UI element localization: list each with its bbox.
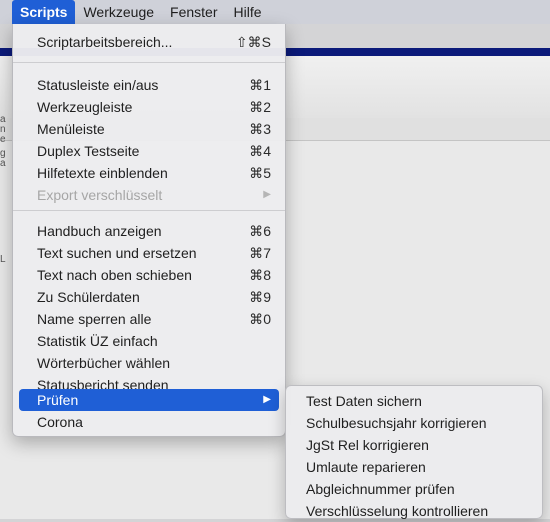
menu-item-werkzeugleiste[interactable]: Werkzeugleiste ⌘2 bbox=[19, 96, 279, 118]
pruefen-submenu: Test Daten sichern Schulbesuchsjahr korr… bbox=[285, 385, 543, 519]
menu-separator bbox=[13, 62, 285, 63]
menu-item-statusleiste[interactable]: Statusleiste ein/aus ⌘1 bbox=[19, 74, 279, 96]
menu-scripts[interactable]: Scripts bbox=[12, 0, 76, 24]
menu-item-name-sperren[interactable]: Name sperren alle ⌘0 bbox=[19, 308, 279, 330]
shortcut-label: ⌘6 bbox=[249, 223, 271, 239]
submenu-item-test-daten-sichern[interactable]: Test Daten sichern bbox=[306, 390, 422, 412]
submenu-item-schulbesuchsjahr[interactable]: Schulbesuchsjahr korrigieren bbox=[306, 412, 487, 434]
menu-item-zu-schuelerdaten[interactable]: Zu Schülerdaten ⌘9 bbox=[19, 286, 279, 308]
menu-item-scriptarbeitsbereich[interactable]: Scriptarbeitsbereich... ⇧⌘S bbox=[19, 31, 279, 53]
menu-separator bbox=[13, 210, 285, 211]
shortcut-label: ⌘3 bbox=[249, 121, 271, 137]
menu-item-text-suchen[interactable]: Text suchen und ersetzen ⌘7 bbox=[19, 242, 279, 264]
submenu-item-abgleichnummer[interactable]: Abgleichnummer prüfen bbox=[306, 478, 455, 500]
menu-item-export-verschluesselt: Export verschlüsselt ▶ bbox=[19, 184, 279, 206]
menu-hilfe[interactable]: Hilfe bbox=[226, 0, 270, 24]
shortcut-label: ⌘7 bbox=[249, 245, 271, 261]
shortcut-label: ⌘0 bbox=[249, 311, 271, 327]
shortcut-label: ⌘8 bbox=[249, 267, 271, 283]
submenu-item-jgst-rel[interactable]: JgSt Rel korrigieren bbox=[306, 434, 429, 456]
menu-werkzeuge[interactable]: Werkzeuge bbox=[75, 0, 162, 24]
menu-bar: Scripts Werkzeuge Fenster Hilfe bbox=[0, 0, 550, 24]
shortcut-label: ⌘9 bbox=[249, 289, 271, 305]
menu-item-pruefen[interactable]: Prüfen ▶ bbox=[19, 389, 279, 411]
background-edge-text: L bbox=[0, 254, 6, 265]
shortcut-label: ⌘2 bbox=[249, 99, 271, 115]
background-edge-text: a bbox=[0, 158, 6, 169]
submenu-arrow-icon: ▶ bbox=[263, 189, 271, 200]
menu-item-menueleiste[interactable]: Menüleiste ⌘3 bbox=[19, 118, 279, 140]
menu-item-corona[interactable]: Corona bbox=[19, 411, 279, 433]
submenu-item-umlaute[interactable]: Umlaute reparieren bbox=[306, 456, 426, 478]
shortcut-label: ⇧⌘S bbox=[235, 34, 271, 50]
menu-item-hilfetexte[interactable]: Hilfetexte einblenden ⌘5 bbox=[19, 162, 279, 184]
shortcut-label: ⌘4 bbox=[249, 143, 271, 159]
shortcut-label: ⌘1 bbox=[249, 77, 271, 93]
menu-fenster[interactable]: Fenster bbox=[162, 0, 225, 24]
shortcut-label: ⌘5 bbox=[249, 165, 271, 181]
scripts-dropdown-menu: Scriptarbeitsbereich... ⇧⌘S Statusleiste… bbox=[12, 24, 286, 437]
menu-item-woerterbuecher[interactable]: Wörterbücher wählen bbox=[19, 352, 279, 374]
menu-item-duplex-testseite[interactable]: Duplex Testseite ⌘4 bbox=[19, 140, 279, 162]
menu-item-handbuch[interactable]: Handbuch anzeigen ⌘6 bbox=[19, 220, 279, 242]
menu-item-text-nach-oben[interactable]: Text nach oben schieben ⌘8 bbox=[19, 264, 279, 286]
background-edge-text: e bbox=[0, 134, 6, 145]
menu-item-statistik[interactable]: Statistik ÜZ einfach bbox=[19, 330, 279, 352]
submenu-arrow-icon: ▶ bbox=[263, 394, 271, 405]
